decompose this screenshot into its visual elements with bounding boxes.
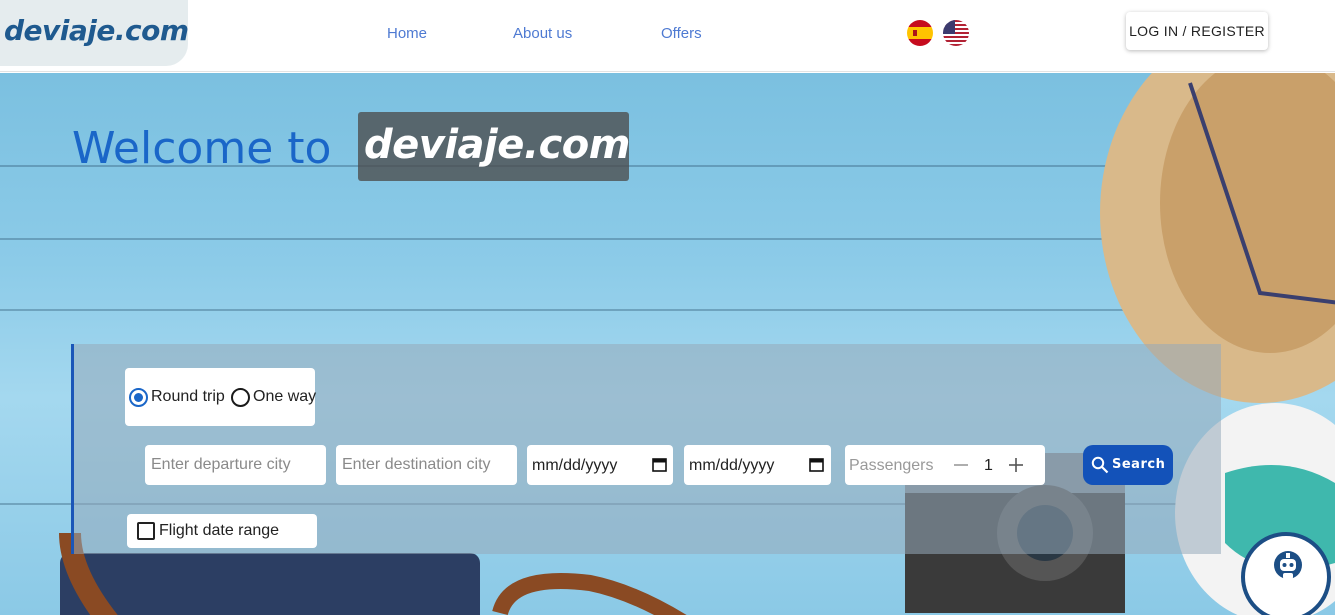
- search-button-label: Search: [1112, 457, 1166, 472]
- departure-city-input[interactable]: [145, 445, 326, 485]
- one-way-radio[interactable]: [231, 388, 250, 407]
- flight-search-panel: Round trip One way mm/dd/yyyy mm/dd/yyyy…: [71, 344, 1221, 554]
- top-header: deviaje.com Home About us Offers LOG IN …: [0, 0, 1335, 72]
- chatbot-button[interactable]: [1241, 532, 1331, 615]
- nav-home-link[interactable]: Home: [387, 25, 427, 42]
- nav-offers-link[interactable]: Offers: [661, 25, 702, 42]
- welcome-heading: Welcome to: [72, 123, 332, 174]
- trip-type-selector: Round trip One way: [125, 368, 316, 426]
- flight-date-range-label[interactable]: Flight date range: [159, 522, 279, 540]
- login-register-button[interactable]: LOG IN / REGISTER: [1126, 12, 1268, 50]
- departure-date-text: mm/dd/yyyy: [532, 457, 618, 474]
- round-trip-label[interactable]: Round trip: [151, 388, 225, 406]
- welcome-logo-badge: deviaje.com: [358, 112, 630, 181]
- flight-date-range-checkbox[interactable]: [137, 522, 155, 540]
- minus-icon[interactable]: [952, 453, 970, 477]
- plus-icon[interactable]: [1007, 453, 1025, 477]
- departure-date-input[interactable]: mm/dd/yyyy: [527, 445, 673, 485]
- hero-section: Welcome to deviaje.com Round trip One wa…: [0, 73, 1335, 615]
- passengers-label: Passengers: [849, 457, 934, 474]
- logo-container[interactable]: deviaje.com: [0, 0, 189, 66]
- one-way-label[interactable]: One way: [253, 388, 316, 406]
- return-date-input[interactable]: mm/dd/yyyy: [684, 445, 831, 485]
- chatbot-icon: [1274, 551, 1302, 579]
- passengers-stepper: Passengers 1: [845, 445, 1045, 485]
- destination-city-input[interactable]: [336, 445, 517, 485]
- nav-about-link[interactable]: About us: [513, 25, 572, 42]
- site-logo[interactable]: deviaje.com: [4, 14, 189, 47]
- passengers-count: 1: [984, 457, 993, 474]
- search-button[interactable]: Search: [1083, 445, 1173, 485]
- spain-flag-icon[interactable]: [907, 20, 933, 46]
- usa-flag-icon[interactable]: [943, 20, 969, 46]
- calendar-icon[interactable]: [652, 457, 667, 472]
- date-range-option: Flight date range: [127, 514, 317, 548]
- round-trip-radio[interactable]: [129, 388, 148, 407]
- return-date-text: mm/dd/yyyy: [689, 457, 775, 474]
- search-icon: [1091, 456, 1109, 474]
- calendar-icon[interactable]: [809, 457, 824, 472]
- welcome-logo-text: deviaje.com: [364, 122, 630, 168]
